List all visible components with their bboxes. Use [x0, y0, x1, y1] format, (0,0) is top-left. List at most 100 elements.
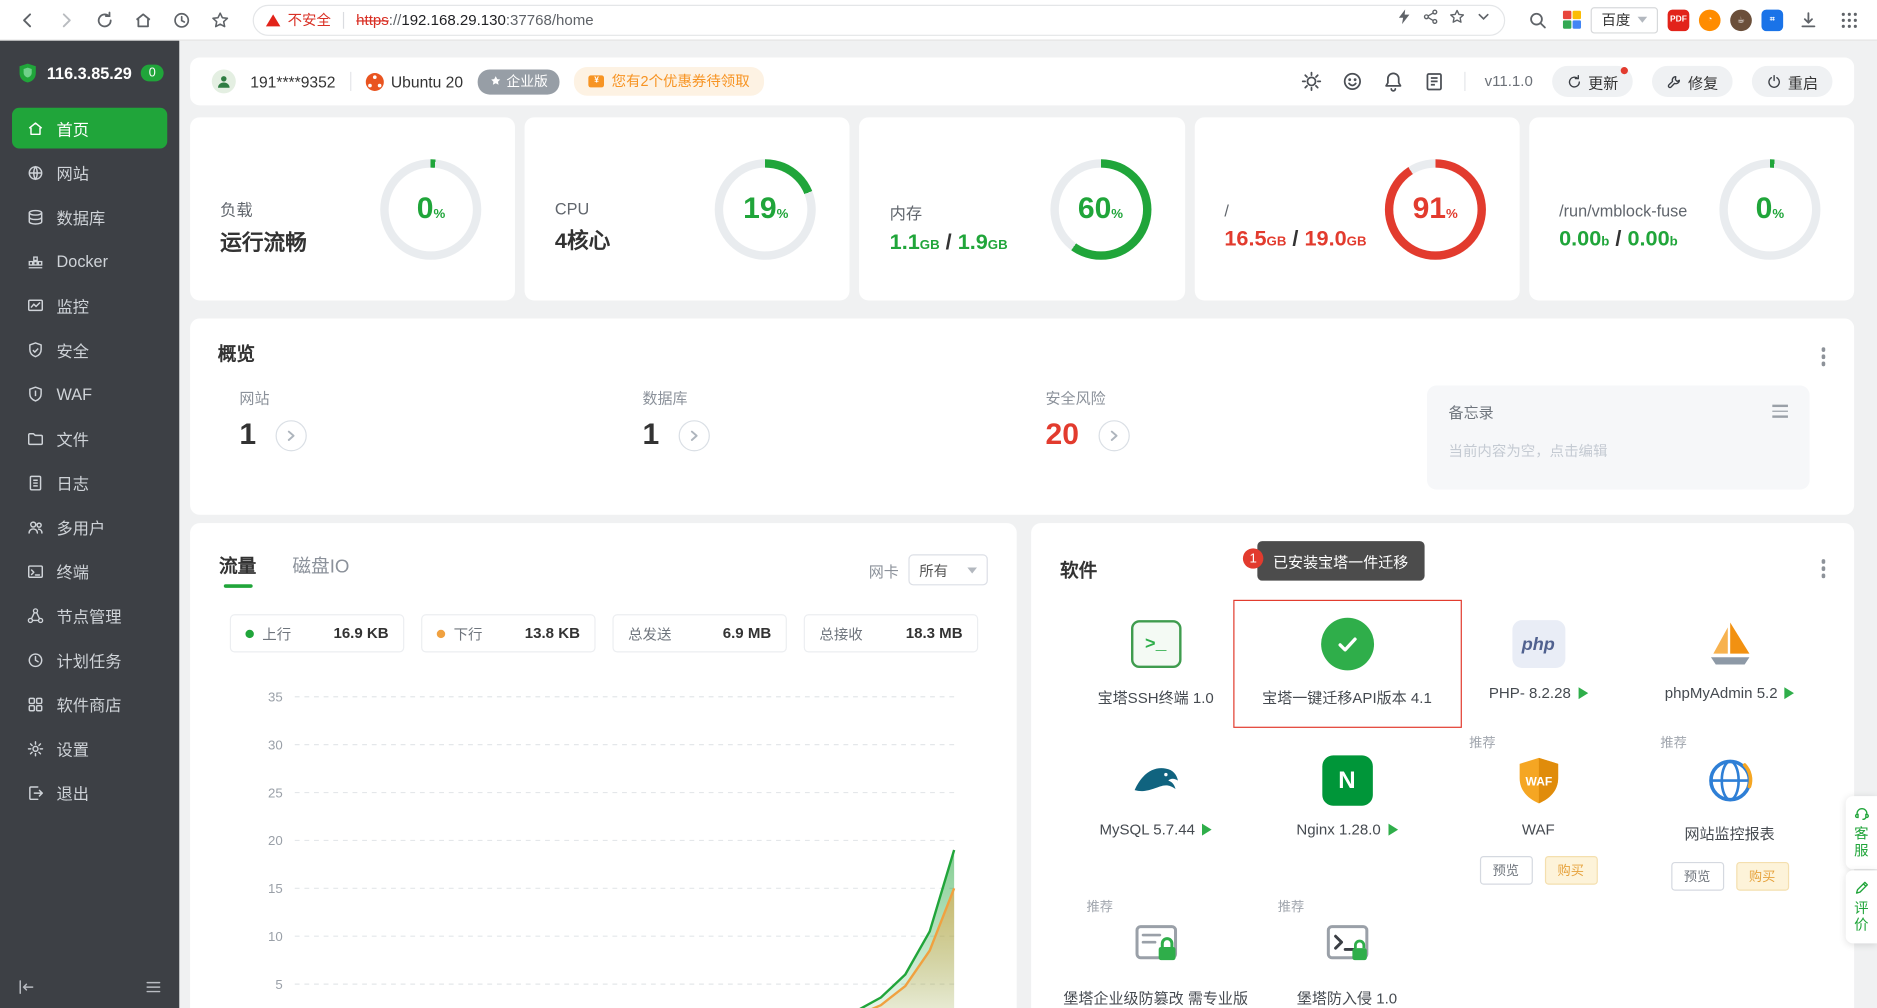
security-risks-chevron-button[interactable] [1098, 420, 1129, 451]
svg-text:20: 20 [268, 833, 283, 848]
update-button[interactable]: 更新 [1552, 66, 1633, 97]
overview-websites: 网站 1 [218, 385, 621, 489]
software-item-phpmyadmin[interactable]: phpMyAdmin 5.2 [1634, 600, 1825, 728]
panel-version[interactable]: v11.1.0 [1485, 73, 1533, 90]
ubuntu-icon [366, 72, 384, 90]
memory-card[interactable]: 内存 1.1GB / 1.9GB 60% [860, 117, 1185, 300]
tab-traffic[interactable]: 流量 [219, 552, 256, 588]
sidebar-item-multiuser[interactable]: 多用户 [12, 506, 167, 547]
software-item-tamper-proof[interactable]: 推荐 堡塔企业级防篡改 需专业版 [1060, 897, 1251, 1008]
running-indicator-icon [1388, 824, 1398, 836]
sidebar-item-cron[interactable]: 计划任务 [12, 639, 167, 680]
menu-list-icon[interactable] [144, 978, 162, 996]
websites-chevron-button[interactable] [275, 420, 306, 451]
refresh-icon[interactable] [89, 4, 120, 35]
quick-access-flash-icon[interactable] [1396, 8, 1413, 31]
memo-menu-icon[interactable] [1772, 405, 1788, 418]
sidebar-item-settings[interactable]: 设置 [12, 728, 167, 769]
report-preview-button[interactable]: 预览 [1671, 862, 1724, 891]
headset-icon [1854, 806, 1870, 822]
sidebar-item-files[interactable]: 文件 [12, 418, 167, 459]
sidebar-item-docker[interactable]: Docker [12, 241, 167, 282]
user-avatar[interactable] [212, 69, 236, 93]
pdf-extension-icon[interactable]: PDF [1668, 9, 1690, 31]
history-icon[interactable] [166, 4, 197, 35]
app-grid-icon [26, 695, 44, 713]
coupon-promo[interactable]: ¥您有2个优惠券待领取 [574, 67, 764, 96]
sidebar-item-database[interactable]: 数据库 [12, 196, 167, 237]
sidebar-item-home[interactable]: 首页 [12, 108, 167, 149]
traffic-chart: 5101520253035 [219, 668, 989, 1008]
cpu-card[interactable]: CPU 4核心 19% [525, 117, 850, 300]
waf-preview-button[interactable]: 预览 [1479, 856, 1532, 885]
bookmark-star-icon[interactable] [1449, 8, 1466, 31]
message-count-badge[interactable]: 0 [140, 65, 164, 82]
memo-panel[interactable]: 备忘录 当前内容为空，点击编辑 [1427, 385, 1810, 489]
notifications-bell-icon[interactable] [1382, 71, 1404, 93]
sidebar-item-nodes[interactable]: 节点管理 [12, 595, 167, 636]
software-item-monitor-report[interactable]: 推荐 网站监控报表 预览 购买 [1634, 733, 1825, 895]
back-icon[interactable] [12, 4, 43, 35]
coffee-extension-icon[interactable]: ☕ [1730, 9, 1752, 31]
chevron-down-icon[interactable] [1475, 8, 1492, 31]
nic-select[interactable]: 所有 [908, 554, 987, 585]
root-disk-card[interactable]: / 16.5GB / 19.0GB 91% [1194, 117, 1519, 300]
software-item-waf[interactable]: 推荐 WAF WAF 预览 购买 [1443, 733, 1634, 895]
collapse-sidebar-icon[interactable] [17, 978, 35, 996]
sidebar-item-waf[interactable]: WAF [12, 374, 167, 415]
software-item-ssh-terminal[interactable]: >_ 宝塔SSH终端 1.0 [1060, 600, 1251, 728]
extensions-menu-icon[interactable] [1834, 4, 1865, 35]
address-bar[interactable]: 不安全 https://192.168.29.130:37768/home [253, 4, 1506, 35]
installed-count-badge: 1 [1243, 548, 1263, 568]
software-menu-icon[interactable] [1816, 554, 1830, 582]
feedback-face-icon[interactable] [1341, 71, 1363, 93]
root-disk-gauge: 91% [1385, 159, 1486, 260]
svg-text:5: 5 [275, 977, 282, 992]
folder-icon [26, 429, 44, 447]
sidebar-item-appstore[interactable]: 软件商店 [12, 684, 167, 725]
software-item-intrusion-protect[interactable]: 推荐 堡塔防入侵 1.0 [1251, 897, 1442, 1008]
sidebar-item-security[interactable]: 安全 [12, 329, 167, 370]
repair-button[interactable]: 修复 [1652, 66, 1733, 97]
software-item-php[interactable]: php PHP- 8.2.28 [1443, 600, 1634, 728]
review-button[interactable]: 评价 [1846, 870, 1877, 943]
software-item-migration[interactable]: 宝塔一键迁移API版本 4.1 [1251, 600, 1442, 728]
clock-extension-icon[interactable]: ◔ [1699, 9, 1721, 31]
software-item-nginx[interactable]: N Nginx 1.28.0 [1251, 733, 1442, 895]
restart-button[interactable]: 重启 [1752, 66, 1833, 97]
sidebar-item-logs[interactable]: 日志 [12, 462, 167, 503]
theme-sun-icon[interactable] [1301, 71, 1323, 93]
notes-clipboard-icon[interactable] [1423, 71, 1445, 93]
software-item-mysql[interactable]: MySQL 5.7.44 [1060, 733, 1251, 895]
report-buy-button[interactable]: 购买 [1736, 862, 1789, 891]
forward-icon[interactable] [51, 4, 82, 35]
share-node-icon[interactable] [1422, 8, 1439, 31]
intrusion-protect-icon [1321, 918, 1374, 971]
baidu-search-box[interactable]: 百度 [1591, 7, 1658, 33]
sidebar-item-terminal[interactable]: 终端 [12, 551, 167, 592]
tab-diskio[interactable]: 磁盘IO [292, 552, 349, 588]
favorites-star-icon[interactable] [205, 4, 236, 35]
load-card[interactable]: 负载 运行流畅 0% [190, 117, 515, 300]
globe-icon [26, 163, 44, 181]
downloads-icon[interactable] [1793, 4, 1824, 35]
home-icon[interactable] [128, 4, 159, 35]
edition-badge[interactable]: 企业版 [478, 69, 560, 94]
nic-label: 网卡 [869, 558, 899, 581]
waf-buy-button[interactable]: 购买 [1544, 856, 1597, 885]
apps-grid-icon[interactable] [1563, 11, 1581, 29]
sidebar-item-logout[interactable]: 退出 [12, 772, 167, 813]
os-info: Ubuntu 20 [366, 72, 463, 90]
security-label: 不安全 [288, 10, 331, 30]
memo-placeholder: 当前内容为空，点击编辑 [1449, 441, 1788, 461]
vmblock-disk-card[interactable]: /run/vmblock-fuse 0.00b / 0.00b 0% [1529, 117, 1854, 300]
bt-logo-icon [17, 62, 39, 84]
databases-chevron-button[interactable] [678, 420, 709, 451]
customer-service-button[interactable]: 客服 [1846, 796, 1877, 869]
sidebar-item-website[interactable]: 网站 [12, 152, 167, 193]
sidebar-item-monitor[interactable]: 监控 [12, 285, 167, 326]
search-icon[interactable] [1522, 4, 1553, 35]
overview-menu-icon[interactable] [1816, 342, 1830, 370]
crop-extension-icon[interactable]: ⌗ [1761, 9, 1783, 31]
username[interactable]: 191****9352 [250, 72, 335, 90]
